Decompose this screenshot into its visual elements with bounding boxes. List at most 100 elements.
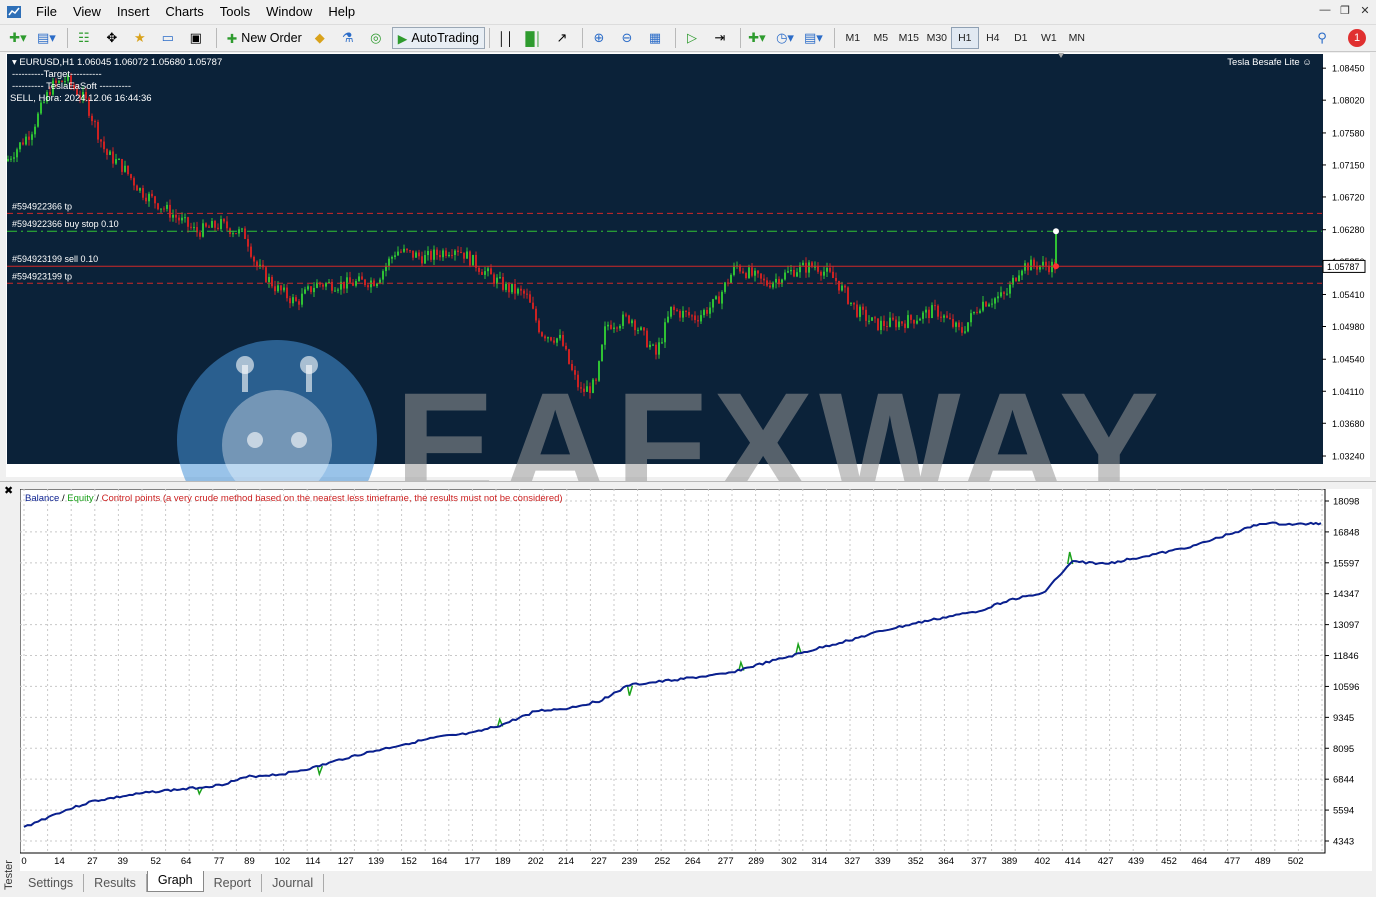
close-icon[interactable]: ✕ — [1358, 4, 1372, 17]
close-icon[interactable]: ✖ — [4, 484, 13, 497]
timeframe-mn[interactable]: MN — [1063, 27, 1091, 49]
timeframe-m5[interactable]: M5 — [867, 27, 895, 49]
candle-body — [142, 188, 144, 198]
menu-window[interactable]: Window — [258, 0, 320, 24]
menu-insert[interactable]: Insert — [109, 0, 158, 24]
chart-shift-icon[interactable]: ⇥ — [708, 27, 732, 49]
timeframe-h4[interactable]: H4 — [979, 27, 1007, 49]
tab-journal[interactable]: Journal — [262, 874, 325, 892]
meta-editor-icon[interactable]: ◆ — [308, 27, 332, 49]
navigator-icon[interactable]: ★ — [128, 27, 152, 49]
timeframe-d1[interactable]: D1 — [1007, 27, 1035, 49]
timeframe-m15[interactable]: M15 — [895, 27, 923, 49]
timeframe-w1[interactable]: W1 — [1035, 27, 1063, 49]
candle-body — [850, 302, 852, 304]
candle-body — [940, 316, 942, 318]
ea-smile-icon[interactable]: ☺ — [1302, 57, 1312, 68]
x-tick-label: 139 — [368, 856, 384, 867]
x-tick-label: 464 — [1191, 856, 1207, 867]
candle-body — [1030, 259, 1032, 271]
menu-file[interactable]: File — [28, 0, 65, 24]
candle-body — [220, 219, 222, 229]
tab-settings[interactable]: Settings — [18, 874, 85, 892]
price-chart-canvas[interactable]: 1.08450 1.08020 1.07580 1.07150 1.06720 1.062… — [6, 53, 1370, 477]
order-line-label: #594923199 sell 0.10 — [12, 254, 98, 264]
candle-body — [1009, 284, 1011, 294]
x-tick-label: 389 — [1001, 856, 1017, 867]
zoom-out-icon[interactable]: ⊖ — [615, 27, 639, 49]
menu-help[interactable]: Help — [320, 0, 363, 24]
candle-body — [232, 233, 234, 235]
candle-body — [988, 304, 990, 307]
info-line-ea: ---------- TeslaEaSoft ---------- — [12, 81, 132, 92]
candle-body — [208, 226, 210, 228]
menu-charts[interactable]: Charts — [157, 0, 211, 24]
y-tick-label: 18098 — [1333, 497, 1359, 508]
candle-body — [631, 320, 633, 324]
auto-scroll-icon[interactable]: ▷ — [680, 27, 704, 49]
menu-view[interactable]: View — [65, 0, 109, 24]
legend-separator: / — [59, 493, 67, 504]
x-tick-label: 14 — [54, 856, 65, 867]
terminal-icon[interactable]: ▭ — [156, 27, 180, 49]
notification-badge[interactable]: 1 — [1348, 29, 1366, 47]
timeframe-h1[interactable]: H1 — [950, 27, 979, 49]
bar-chart-icon[interactable]: ││ — [494, 27, 518, 49]
candle-body — [1000, 292, 1002, 297]
candle-body — [598, 361, 600, 381]
candle-body — [589, 386, 591, 393]
candle-body — [847, 287, 849, 304]
data-window-icon[interactable]: ✥ — [100, 27, 124, 49]
candle-body — [997, 296, 999, 299]
tile-windows-icon[interactable]: ▦ — [643, 27, 667, 49]
market-icon[interactable]: ◎ — [364, 27, 388, 49]
new-order-button[interactable]: ✚ New Order — [221, 27, 308, 49]
candle-body — [595, 379, 597, 381]
legend-control-points: Control points (a very crude method base… — [102, 493, 563, 504]
tab-graph[interactable]: Graph — [146, 871, 204, 892]
autotrading-button[interactable]: ▶ AutoTrading — [391, 27, 485, 49]
candle-body — [877, 318, 879, 331]
candle-body — [139, 188, 141, 191]
toolbar-separator — [582, 28, 583, 48]
candlestick-icon[interactable]: █│ — [522, 27, 546, 49]
signals-icon[interactable]: ⚗ — [336, 27, 360, 49]
candle-body — [568, 349, 570, 364]
search-icon[interactable]: ⚲ — [1310, 27, 1334, 49]
timeframe-m30[interactable]: M30 — [923, 27, 951, 49]
line-chart-icon[interactable]: ↗ — [550, 27, 574, 49]
candle-body — [109, 151, 111, 155]
minimize-icon[interactable]: — — [1318, 4, 1332, 17]
restore-icon[interactable]: ❐ — [1338, 4, 1352, 17]
candle-body — [751, 267, 753, 276]
candle-body — [397, 251, 399, 256]
menu-tools[interactable]: Tools — [212, 0, 258, 24]
tab-report[interactable]: Report — [204, 874, 263, 892]
candle-body — [127, 165, 129, 175]
candle-body — [973, 311, 975, 314]
candle-body — [775, 278, 777, 283]
candle-body — [25, 136, 27, 145]
candle-body — [214, 221, 216, 228]
zoom-in-icon[interactable]: ⊕ — [587, 27, 611, 49]
profiles-icon[interactable]: ▤▾ — [34, 27, 59, 49]
candle-body — [460, 252, 462, 254]
strategy-tester-icon[interactable]: ▣ — [184, 27, 208, 49]
x-tick-label: 89 — [244, 856, 255, 867]
candle-body — [607, 324, 609, 327]
new-chart-icon[interactable]: ✚▾ — [6, 27, 30, 49]
indicators-icon[interactable]: ✚▾ — [745, 27, 769, 49]
market-watch-icon[interactable]: ☷ — [72, 27, 96, 49]
price-chart[interactable]: 1.08450 1.08020 1.07580 1.07150 1.06720 1.062… — [6, 53, 1370, 477]
autotrading-label: AutoTrading — [411, 31, 479, 45]
candle-body — [1015, 277, 1017, 282]
candle-body — [919, 318, 921, 321]
candle-body — [814, 266, 816, 268]
balance-graph[interactable]: 18098 16848 15597 14347 13097 11846 10596 9345 8… — [19, 488, 1372, 871]
candle-body — [754, 270, 756, 276]
periods-icon[interactable]: ◷▾ — [773, 27, 797, 49]
timeframe-m1[interactable]: M1 — [839, 27, 867, 49]
tab-results[interactable]: Results — [84, 874, 147, 892]
templates-icon[interactable]: ▤▾ — [801, 27, 826, 49]
candle-body — [571, 363, 573, 371]
